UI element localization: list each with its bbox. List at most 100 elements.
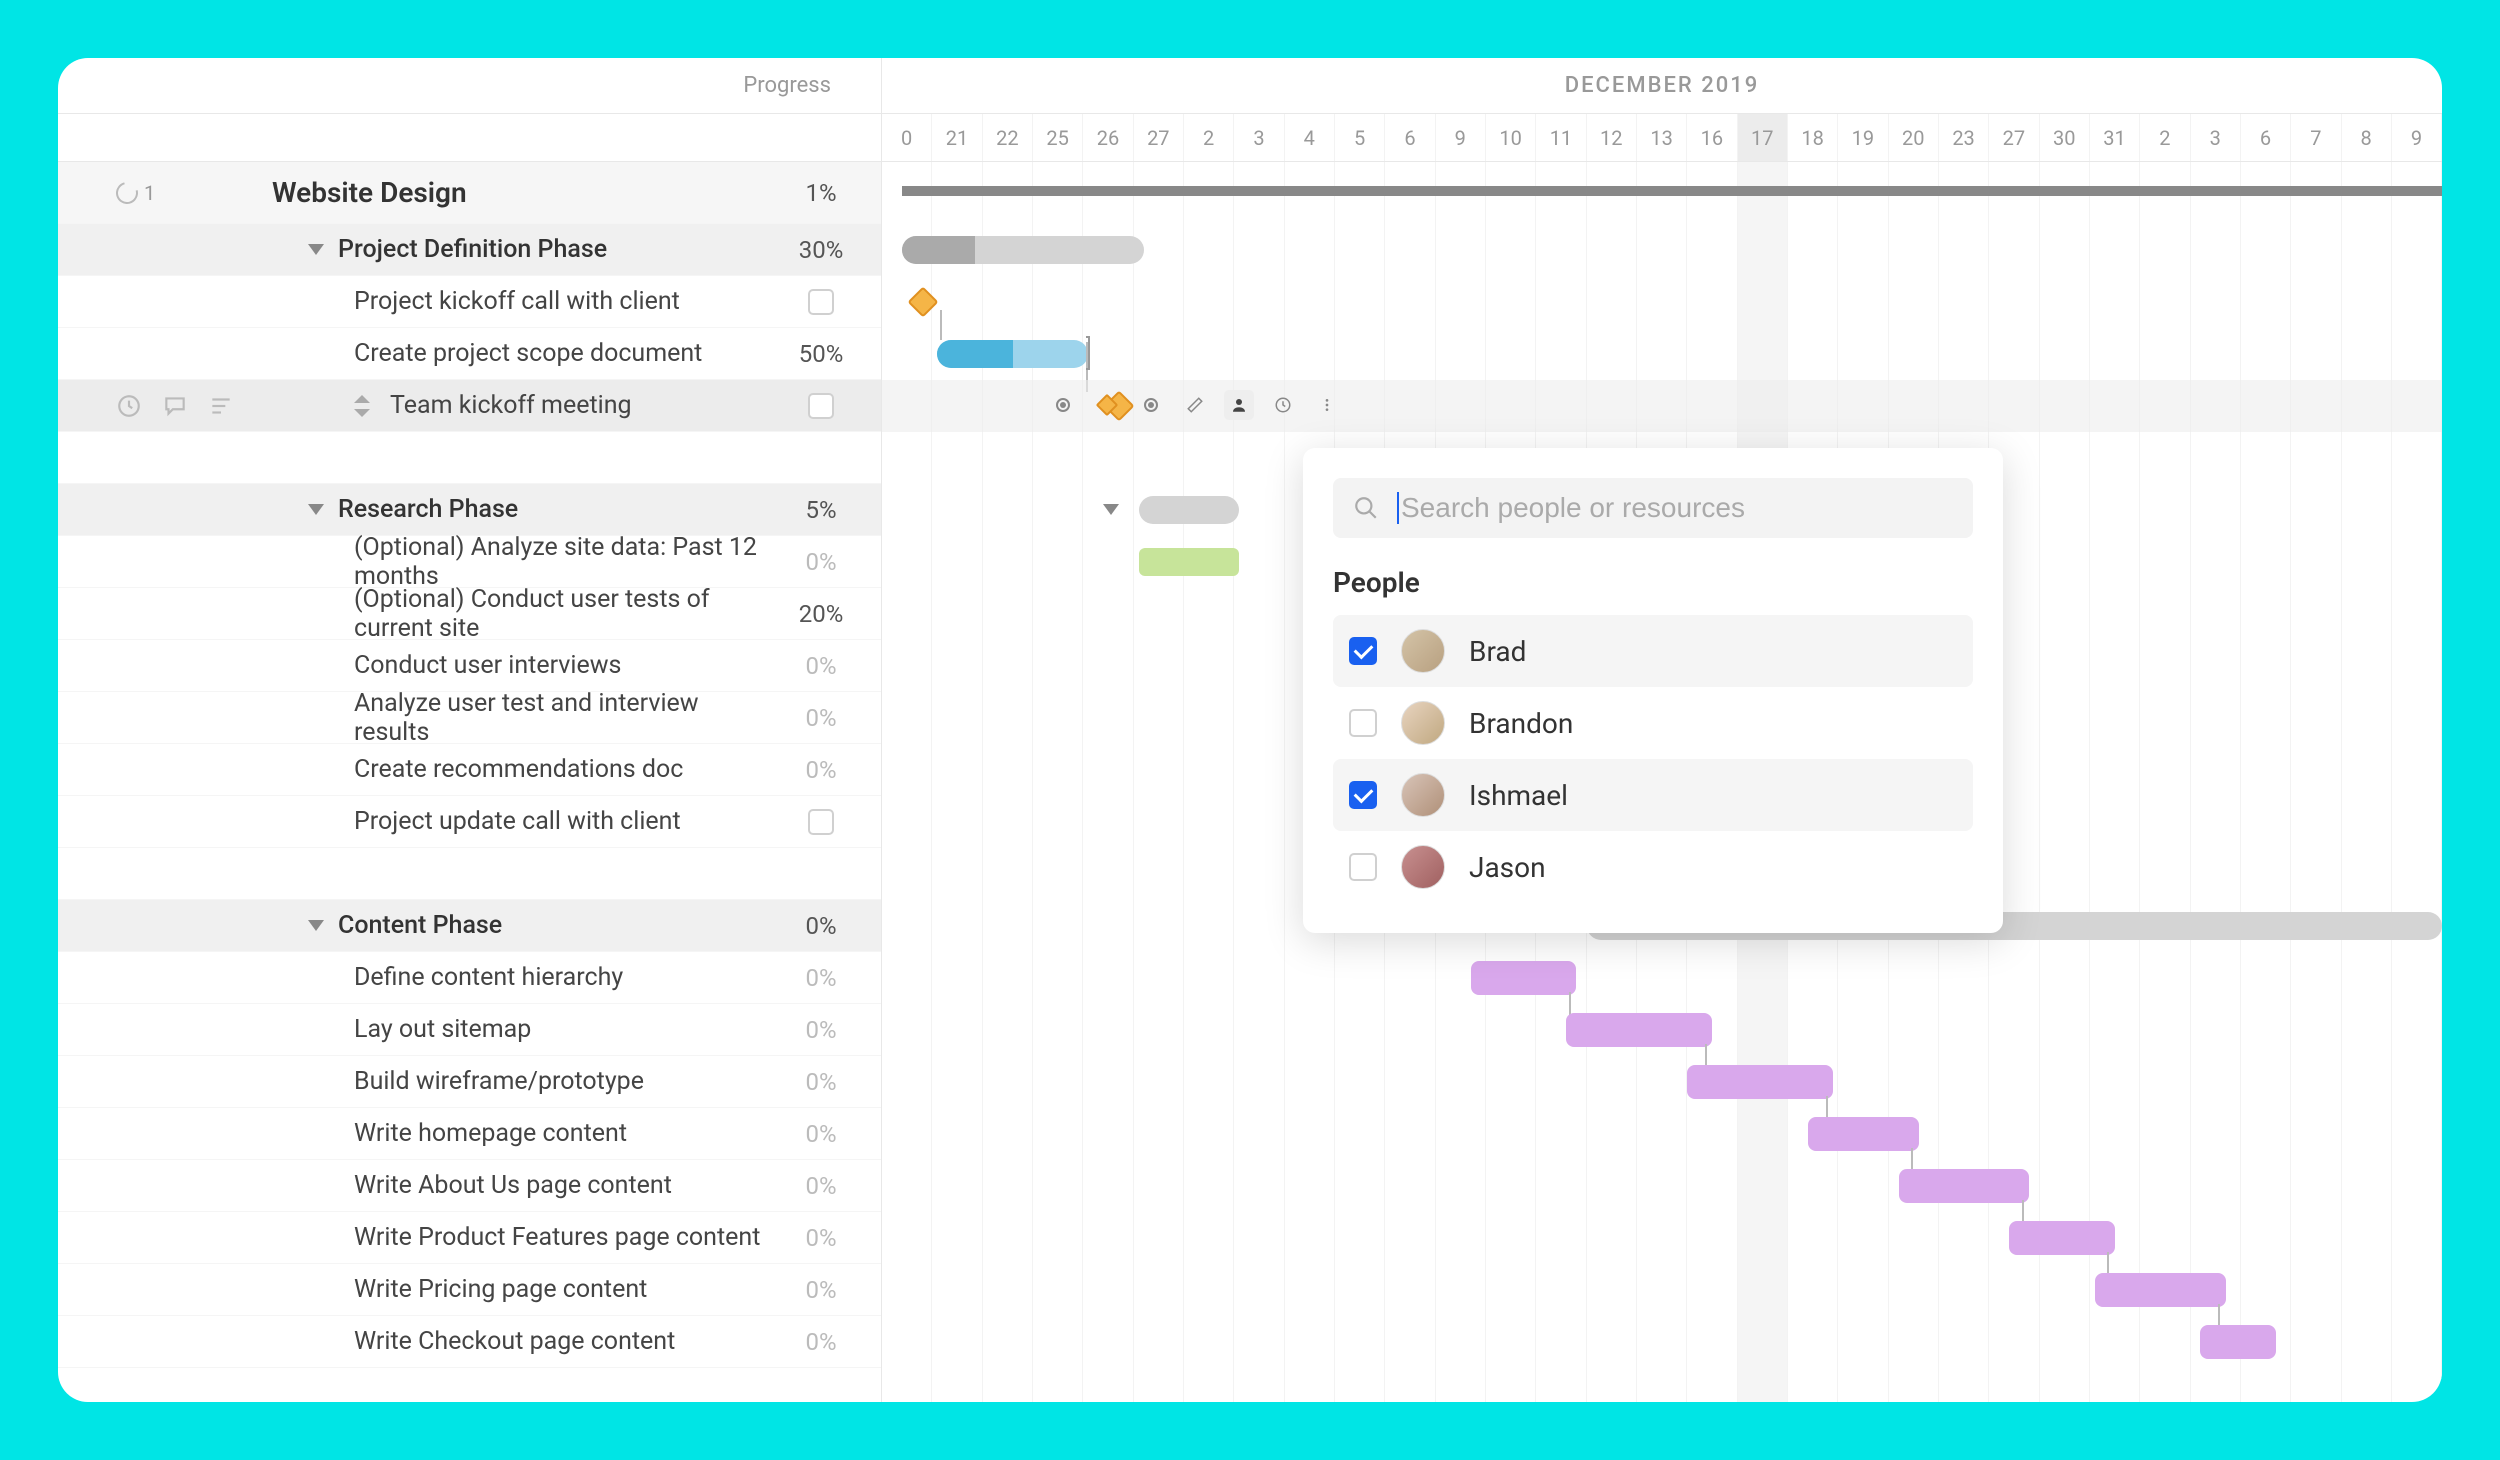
date-cell: 6 xyxy=(1385,114,1435,161)
tool-time-icon[interactable] xyxy=(1268,390,1298,420)
date-cell: 9 xyxy=(2392,114,2442,161)
task-bar[interactable] xyxy=(2095,1273,2226,1307)
date-cell: 8 xyxy=(2342,114,2392,161)
phase-progress: 30% xyxy=(799,236,844,264)
tool-more-icon[interactable] xyxy=(1312,390,1342,420)
clock-icon[interactable] xyxy=(116,393,142,419)
task-progress: 0% xyxy=(805,756,836,784)
task-bar[interactable] xyxy=(937,340,1088,368)
task-checkbox[interactable] xyxy=(808,393,834,419)
person-name: Brad xyxy=(1469,635,1526,668)
task-bar[interactable] xyxy=(1566,1013,1712,1047)
milestone-diamond[interactable] xyxy=(908,286,939,317)
loop-icon xyxy=(112,177,142,207)
date-cell: 27 xyxy=(1134,114,1184,161)
tool-edit-icon[interactable] xyxy=(1180,390,1210,420)
comment-icon[interactable] xyxy=(162,393,188,419)
task-name[interactable]: Create recommendations doc xyxy=(354,755,683,784)
task-name[interactable]: Lay out sitemap xyxy=(354,1015,531,1044)
date-cell: 22 xyxy=(983,114,1033,161)
task-progress: 0% xyxy=(805,1224,836,1252)
phase-title[interactable]: Research Phase xyxy=(338,495,518,524)
task-name[interactable]: Conduct user interviews xyxy=(354,651,621,680)
task-bar[interactable] xyxy=(1808,1117,1919,1151)
search-icon xyxy=(1353,495,1379,521)
people-section-label: People xyxy=(1333,566,1973,599)
tool-assignee-icon[interactable] xyxy=(1224,390,1254,420)
task-bar[interactable] xyxy=(1899,1169,2030,1203)
project-title[interactable]: Website Design xyxy=(272,176,467,209)
person-checkbox[interactable] xyxy=(1349,637,1377,665)
task-progress: 0% xyxy=(805,1068,836,1096)
person-row[interactable]: Ishmael xyxy=(1333,759,1973,831)
date-cell: 16 xyxy=(1687,114,1737,161)
person-checkbox[interactable] xyxy=(1349,781,1377,809)
task-name[interactable]: Team kickoff meeting xyxy=(390,391,632,420)
person-checkbox[interactable] xyxy=(1349,853,1377,881)
person-name: Ishmael xyxy=(1469,779,1568,812)
task-name[interactable]: Project kickoff call with client xyxy=(354,287,680,316)
task-bar[interactable] xyxy=(2200,1325,2275,1359)
task-progress: 0% xyxy=(805,1120,836,1148)
person-name: Brandon xyxy=(1469,707,1573,740)
collapse-caret-icon[interactable] xyxy=(308,244,324,255)
date-cell: 3 xyxy=(1234,114,1284,161)
task-checkbox[interactable] xyxy=(808,289,834,315)
task-name[interactable]: Write Pricing page content xyxy=(354,1275,647,1304)
task-name[interactable]: (Optional) Analyze site data: Past 12 mo… xyxy=(354,533,761,591)
task-name[interactable]: Write Product Features page content xyxy=(354,1223,760,1252)
person-checkbox[interactable] xyxy=(1349,709,1377,737)
task-name[interactable]: Write Checkout page content xyxy=(354,1327,675,1356)
phase-progress: 0% xyxy=(805,912,836,940)
task-progress: 20% xyxy=(799,600,844,628)
task-name[interactable]: Write About Us page content xyxy=(354,1171,672,1200)
phase-bar[interactable] xyxy=(1139,496,1240,524)
task-name[interactable]: Write homepage content xyxy=(354,1119,627,1148)
date-cell: 11 xyxy=(1536,114,1586,161)
person-row[interactable]: Brad xyxy=(1333,615,1973,687)
date-cell: 10 xyxy=(1486,114,1536,161)
task-name[interactable]: (Optional) Conduct user tests of current… xyxy=(354,585,761,643)
task-progress: 0% xyxy=(805,964,836,992)
date-cell: 19 xyxy=(1838,114,1888,161)
person-name: Jason xyxy=(1469,851,1546,884)
phase-title[interactable]: Project Definition Phase xyxy=(338,235,607,264)
phase-title[interactable]: Content Phase xyxy=(338,911,502,940)
tool-circle-icon[interactable] xyxy=(1048,390,1078,420)
date-cell: 27 xyxy=(1989,114,2039,161)
person-row[interactable]: Jason xyxy=(1333,831,1973,903)
task-name[interactable]: Build wireframe/prototype xyxy=(354,1067,644,1096)
task-name[interactable]: Define content hierarchy xyxy=(354,963,623,992)
tool-circle2-icon[interactable] xyxy=(1136,390,1166,420)
column-header-progress: Progress xyxy=(743,73,831,98)
person-row[interactable]: Brandon xyxy=(1333,687,1973,759)
date-cell: 3 xyxy=(2191,114,2241,161)
task-bar[interactable] xyxy=(1687,1065,1833,1099)
tool-milestone-icon[interactable] xyxy=(1092,390,1122,420)
drag-handle-icon[interactable] xyxy=(354,395,372,417)
month-label: DECEMBER 2019 xyxy=(1565,73,1759,98)
task-name[interactable]: Create project scope document xyxy=(354,339,702,368)
collapse-caret-icon[interactable] xyxy=(308,920,324,931)
date-cell: 7 xyxy=(2291,114,2341,161)
expand-caret-icon[interactable] xyxy=(1103,504,1119,515)
date-cell: 2 xyxy=(2140,114,2190,161)
notes-icon[interactable] xyxy=(208,393,234,419)
date-cell: 30 xyxy=(2040,114,2090,161)
collapse-caret-icon[interactable] xyxy=(308,504,324,515)
gantt-app: Progress DECEMBER 2019 02122252627234569… xyxy=(58,58,2442,1402)
task-bar[interactable] xyxy=(1139,548,1240,576)
task-bar[interactable] xyxy=(2009,1221,2115,1255)
date-cell: 9 xyxy=(1436,114,1486,161)
task-name[interactable]: Analyze user test and interview results xyxy=(354,689,761,747)
search-box xyxy=(1333,478,1973,538)
phase-progress: 5% xyxy=(805,496,836,524)
date-row: 0212225262723456910111213161718192023273… xyxy=(58,114,2442,162)
phase-bar[interactable] xyxy=(902,236,1144,264)
search-input[interactable] xyxy=(1397,492,1953,524)
task-name[interactable]: Project update call with client xyxy=(354,807,681,836)
task-progress: 0% xyxy=(805,548,836,576)
task-bar[interactable] xyxy=(1471,961,1577,995)
task-checkbox[interactable] xyxy=(808,809,834,835)
project-summary-bar xyxy=(902,186,2442,196)
